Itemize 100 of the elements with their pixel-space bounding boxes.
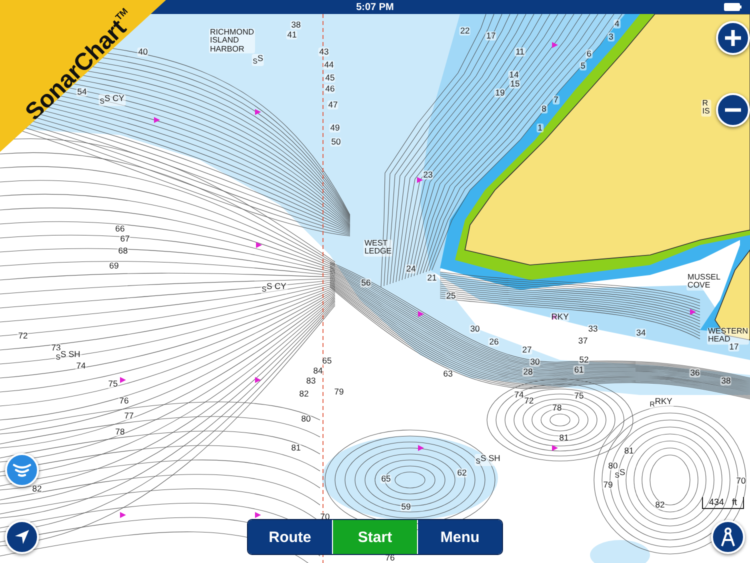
depth-label: 68: [117, 246, 129, 256]
depth-label: 79: [333, 388, 345, 396]
depth-label: 30: [529, 358, 541, 366]
depth-label: 4: [614, 20, 620, 28]
depth-label: 81: [290, 444, 302, 452]
battery-icon: [724, 3, 742, 11]
place-label: R IS: [701, 100, 711, 116]
depth-label: 73: [50, 344, 62, 352]
depth-label: 82: [298, 390, 310, 398]
depth-label: 23: [422, 170, 434, 180]
depth-label: 49: [329, 124, 341, 132]
depth-label: 72: [17, 332, 29, 340]
depth-label: 14: [508, 70, 520, 80]
depth-label: 80: [607, 462, 619, 470]
status-time: 5:07 PM: [356, 2, 394, 12]
seabed-marker-icon: [120, 377, 126, 383]
navigation-arrow-icon: [14, 529, 30, 545]
depth-label: 30: [469, 324, 481, 334]
seabed-marker-icon: [256, 242, 262, 248]
depth-label: 79: [602, 480, 614, 490]
depth-label: 84: [312, 366, 324, 376]
depth-label: 22: [459, 26, 471, 36]
seabed-label: $_{S}$S SH: [474, 454, 502, 466]
depth-label: 52: [578, 356, 590, 364]
depth-label: 36: [689, 368, 701, 378]
depth-label: 75: [107, 380, 119, 388]
depth-label: 66: [114, 224, 126, 234]
depth-label: 33: [587, 324, 599, 334]
depth-label: 65: [380, 474, 392, 484]
scale-value: 434: [708, 497, 724, 508]
place-label: WEST LEDGE: [363, 240, 393, 256]
depth-label: 81: [558, 434, 570, 442]
bottom-bar-button[interactable]: Menu: [418, 520, 502, 554]
depth-label: 74: [513, 390, 525, 400]
depth-label: 19: [494, 88, 506, 98]
seabed-marker-icon: [552, 445, 558, 451]
seabed-marker-icon: [154, 117, 160, 123]
depth-label: 25: [445, 292, 457, 300]
seabed-label: $_{S}$S: [252, 54, 264, 66]
seabed-marker-icon: [417, 177, 423, 183]
depth-label: 40: [137, 48, 149, 56]
depth-label: 59: [400, 502, 412, 512]
depth-label: 76: [118, 396, 130, 406]
seabed-label: $_{S}$S: [614, 468, 626, 480]
scale-unit: ft: [732, 497, 738, 508]
depth-label: 43: [318, 48, 330, 56]
depth-label: 78: [551, 404, 563, 412]
depth-label: 47: [327, 100, 339, 110]
seabed-marker-icon: [418, 445, 424, 451]
depth-label: 65: [321, 356, 333, 366]
depth-label: 77: [123, 412, 135, 420]
depth-label: 70: [735, 476, 747, 486]
depth-label: 46: [324, 84, 336, 94]
depth-label: 17: [485, 32, 497, 40]
depth-label: 69: [108, 262, 120, 270]
plus-icon: [724, 29, 742, 47]
depth-label: 62: [456, 468, 468, 478]
place-label: MUSSEL COVE: [686, 274, 722, 290]
depth-label: 24: [405, 264, 417, 274]
place-label: WESTERN HEAD: [707, 328, 749, 344]
seabed-label: RKY: [550, 312, 570, 322]
depth-label: 61: [573, 366, 585, 374]
seabed-marker-icon: [552, 314, 558, 320]
depth-label: 21: [426, 274, 438, 282]
depth-label: 1: [536, 124, 544, 132]
depth-label: 6: [586, 50, 592, 58]
depth-label: 81: [623, 446, 635, 456]
bottom-bar-button[interactable]: Route: [248, 520, 332, 554]
depth-label: 3: [608, 32, 614, 42]
depth-label: 11: [514, 48, 526, 56]
depth-label: 38: [290, 20, 302, 30]
depth-label: 38: [720, 376, 732, 386]
seabed-label: $_{S}$S CY: [260, 282, 288, 294]
depth-label: 67: [119, 234, 131, 244]
seabed-marker-icon: [255, 512, 261, 518]
depth-label: 74: [75, 362, 87, 370]
depth-label: 26: [488, 338, 500, 346]
depth-label: 56: [360, 278, 372, 288]
place-label: RICHMOND ISLAND HARBOR: [209, 28, 255, 54]
seabed-marker-icon: [255, 109, 261, 115]
depth-label: 82: [31, 484, 43, 494]
depth-label: 8: [540, 104, 548, 114]
depth-label: 50: [330, 138, 342, 146]
depth-label: 45: [324, 74, 336, 82]
depth-label: 17: [728, 342, 740, 352]
seabed-label: $_{R}$RKY: [648, 396, 674, 410]
depth-label: 15: [509, 80, 521, 88]
depth-label: 34: [635, 328, 647, 338]
seabed-marker-icon: [552, 42, 558, 48]
seabed-marker-icon: [418, 311, 424, 317]
depth-label: 63: [442, 370, 454, 378]
shallow-water-patch: [590, 540, 650, 563]
depth-label: 7: [552, 96, 560, 104]
minus-icon: [724, 108, 742, 112]
depth-label: 83: [305, 376, 317, 386]
depth-label: 80: [300, 414, 312, 424]
depth-label: 5: [580, 62, 586, 70]
depth-label: 44: [323, 60, 335, 70]
seabed-marker-icon: [255, 377, 261, 383]
depth-label: 75: [573, 392, 585, 400]
